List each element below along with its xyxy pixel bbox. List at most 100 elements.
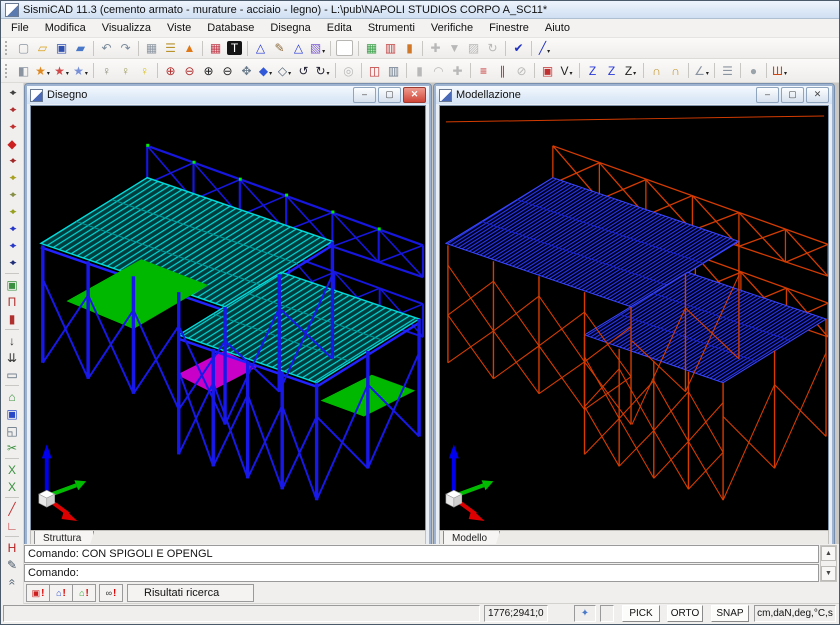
toolbar-grip[interactable] (5, 64, 10, 78)
menu-file[interactable]: File (3, 21, 37, 35)
orto-toggle-button[interactable]: ORTO (667, 605, 703, 622)
new-document-button[interactable]: ▢ (14, 40, 33, 57)
wall-panel-button[interactable]: ▣ (3, 405, 21, 422)
column-schedule-button[interactable]: ▮ (400, 40, 419, 57)
menu-disegna[interactable]: Disegna (262, 21, 318, 35)
section-plane-button[interactable]: ✎ (270, 40, 289, 57)
cut-green-button[interactable]: ✂ (3, 439, 21, 456)
structure-view-button[interactable]: △ (251, 40, 270, 57)
scroll-down-icon[interactable]: ▼ (821, 566, 836, 581)
database-codes-button[interactable]: ▦ (142, 40, 161, 57)
menu-database[interactable]: Database (199, 21, 262, 35)
tab-structure-alerts[interactable]: ⌂! (72, 584, 96, 602)
roof-button[interactable]: ⌂ (3, 388, 21, 405)
disegno-close-button[interactable]: ✕ (403, 87, 426, 103)
save-all-button[interactable]: ▰ (71, 40, 90, 57)
disegno-viewport[interactable] (30, 105, 426, 531)
modellazione-minimize-button[interactable]: – (756, 87, 779, 103)
beam-red-button[interactable]: H (3, 539, 21, 556)
faces-3d-button[interactable]: ◧ (14, 62, 33, 79)
menu-visualizza[interactable]: Visualizza (94, 21, 159, 35)
menu-modifica[interactable]: Modifica (37, 21, 94, 35)
modellazione-titlebar[interactable]: Modellazione – ▢ ✕ (436, 86, 832, 104)
constraint-navy-button[interactable]: ◂▸ (3, 254, 21, 271)
rotate-button[interactable]: ↻ (483, 40, 502, 57)
menu-viste[interactable]: Viste (159, 21, 199, 35)
constraint-yellow-button[interactable]: ◂▸ (3, 169, 21, 186)
modellazione-viewport[interactable] (439, 105, 829, 531)
v-tool-button[interactable]: V▾ (557, 62, 576, 79)
tab-search[interactable]: ∞! (99, 584, 123, 602)
command-scrollbar[interactable]: ▲ ▼ (820, 545, 837, 582)
zoom-previous-button[interactable]: ⊖ (180, 62, 199, 79)
pin-button[interactable]: ✚ (426, 40, 445, 57)
delete-numbered-button[interactable]: Χ (3, 478, 21, 495)
draw-line-button[interactable]: ╱▾ (535, 40, 554, 57)
pan-button[interactable]: ✥ (237, 62, 256, 79)
z-section-blue2-button[interactable]: Z (602, 62, 621, 79)
beam-section-button[interactable]: ≡ (474, 62, 493, 79)
constraint-hinge-button[interactable]: ◂▸ (3, 101, 21, 118)
tab-modello[interactable]: Modello (443, 531, 500, 544)
pile-button[interactable]: ▮ (3, 310, 21, 327)
zoom-in-button[interactable]: ⊕ (199, 62, 218, 79)
constraint-free-button[interactable]: ◂▸ (3, 84, 21, 101)
lamp-off-button[interactable]: ♀ (97, 62, 116, 79)
draw-angle-button[interactable]: ∟ (3, 517, 21, 534)
distributed-load-button[interactable]: ⇊ (3, 349, 21, 366)
pile-cap-button[interactable]: Π (3, 293, 21, 310)
disegno-maximize-button[interactable]: ▢ (378, 87, 401, 103)
view-3d-button[interactable]: ◇▾ (275, 62, 294, 79)
undo-button[interactable]: ↶ (97, 40, 116, 57)
view-plane-button[interactable]: ◆▾ (256, 62, 275, 79)
constraint-red-black-button[interactable]: ◂▸ (3, 152, 21, 169)
rock-soil-button[interactable]: ● (744, 62, 763, 79)
constraint-lime-button[interactable]: ◂▸ (3, 203, 21, 220)
blank-swatch-button[interactable] (336, 40, 353, 56)
text-style-button[interactable]: T (227, 41, 242, 55)
italic-o-button[interactable]: ⊘ (512, 62, 531, 79)
orbit-button[interactable]: ↺ (294, 62, 313, 79)
angle-measure-button[interactable]: ∠▾ (692, 62, 711, 79)
constraint-fixed-button[interactable]: ◆ (3, 135, 21, 152)
modellazione-maximize-button[interactable]: ▢ (781, 87, 804, 103)
zoom-window-button[interactable]: ⊕ (161, 62, 180, 79)
menu-strumenti[interactable]: Strumenti (360, 21, 423, 35)
load-arrow-button[interactable]: ↓ (3, 332, 21, 349)
panel-copy-button[interactable]: ◱ (3, 422, 21, 439)
profile-pin-button[interactable]: ✚ (448, 62, 467, 79)
delete-by-name-button[interactable]: Χ (3, 461, 21, 478)
tab-struttura[interactable]: Struttura (34, 531, 94, 544)
arch-bridge2-button[interactable]: ∩ (666, 62, 685, 79)
app-titlebar[interactable]: SismiCAD 11.3 (cemento armato - murature… (1, 1, 839, 19)
arch-bridge1-button[interactable]: ∩ (647, 62, 666, 79)
redo-button[interactable]: ↷ (116, 40, 135, 57)
toolbar-grip[interactable] (5, 41, 10, 55)
structure-export-button[interactable]: △ (289, 40, 308, 57)
plinth-button[interactable]: ▣ (3, 276, 21, 293)
constraint-olive-button[interactable]: ◂▸ (3, 186, 21, 203)
more-buttons-chevron[interactable]: « (3, 573, 21, 590)
scroll-up-icon[interactable]: ▲ (821, 546, 836, 561)
menu-edita[interactable]: Edita (319, 21, 360, 35)
slab-one-button[interactable]: ▭ (3, 366, 21, 383)
lamp-on-button[interactable]: ♀ (135, 62, 154, 79)
favorites-orange-button[interactable]: ★▾ (33, 62, 52, 79)
z-section-black-button[interactable]: Z▾ (621, 62, 640, 79)
pick-toggle-button[interactable]: PICK (622, 605, 660, 622)
lamp-mid-button[interactable]: ♀ (116, 62, 135, 79)
constraint-blue2-button[interactable]: ◂▸ (3, 237, 21, 254)
menu-aiuto[interactable]: Aiuto (537, 21, 578, 35)
marker-down-button[interactable]: ▼ (445, 40, 464, 57)
profile-cylinder-button[interactable]: ▮ (410, 62, 429, 79)
favorites-blue-button[interactable]: ★▾ (71, 62, 90, 79)
column-section-button[interactable]: ∥ (493, 62, 512, 79)
constraint-blue1-button[interactable]: ◂▸ (3, 220, 21, 237)
tab-errors[interactable]: ▣! (26, 584, 50, 602)
z-section-blue1-button[interactable]: Z (583, 62, 602, 79)
open-folder-button[interactable]: ▱ (33, 40, 52, 57)
levels-button[interactable]: ☰ (161, 40, 180, 57)
disegno-minimize-button[interactable]: – (353, 87, 376, 103)
constraint-roller-button[interactable]: ◂▸ (3, 118, 21, 135)
foundation-table-button[interactable]: Ш▾ (770, 62, 789, 79)
